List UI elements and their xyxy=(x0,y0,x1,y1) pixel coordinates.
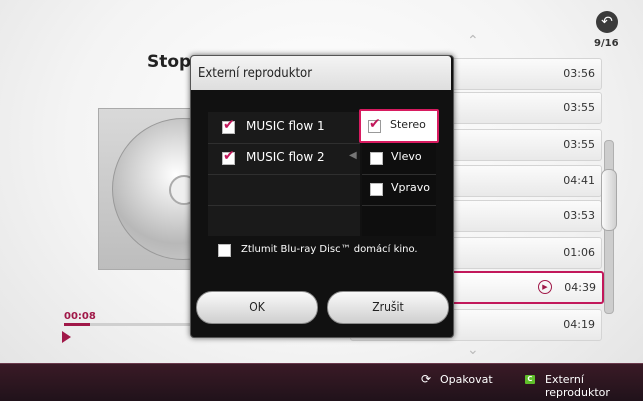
track-duration: 04:39 xyxy=(564,281,596,294)
channel-option-focused[interactable]: Stereo xyxy=(359,109,439,143)
track-duration: 04:19 xyxy=(563,318,595,331)
chevron-left-icon: ◀ xyxy=(349,150,357,161)
scroll-down-icon[interactable]: ⌄ xyxy=(467,342,479,358)
elapsed-time: 00:08 xyxy=(64,311,96,322)
track-duration: 03:56 xyxy=(563,67,595,80)
channel-label: Vpravo xyxy=(391,181,431,194)
repeat-icon: ⟳ xyxy=(421,372,432,386)
scroll-up-icon[interactable]: ⌃ xyxy=(467,33,479,49)
device-label: MUSIC flow 2 xyxy=(246,150,325,164)
external-speaker-label[interactable]: Externí reproduktor xyxy=(545,373,643,399)
device-option[interactable]: MUSIC flow 1 xyxy=(208,112,360,144)
track-duration: 03:53 xyxy=(563,209,595,222)
cancel-button[interactable]: Zrušit xyxy=(327,291,449,324)
channel-checkbox[interactable] xyxy=(370,183,383,196)
repeat-label[interactable]: Opakovat xyxy=(440,373,493,386)
scrollbar-thumb[interactable] xyxy=(601,169,617,231)
back-icon[interactable]: ↶ xyxy=(596,11,618,33)
green-key-icon: C xyxy=(525,375,535,384)
track-duration: 03:55 xyxy=(563,101,595,114)
mute-label: Ztlumit Blu-ray Disc™ domácí kino. xyxy=(241,244,418,255)
channel-label: Stereo xyxy=(390,118,426,131)
mute-checkbox[interactable] xyxy=(218,244,231,257)
track-duration: 01:06 xyxy=(563,246,595,259)
track-duration: 04:41 xyxy=(563,174,595,187)
device-option[interactable]: MUSIC flow 2 xyxy=(208,143,360,175)
channel-checkbox[interactable] xyxy=(368,116,381,133)
device-label: MUSIC flow 1 xyxy=(246,119,325,133)
channel-option[interactable]: Vpravo xyxy=(362,174,436,206)
channel-label: Vlevo xyxy=(391,150,422,163)
device-list: MUSIC flow 1 MUSIC flow 2 xyxy=(208,112,360,236)
track-duration: 03:55 xyxy=(563,138,595,151)
device-checkbox[interactable] xyxy=(222,117,235,134)
page-counter: 9/16 xyxy=(594,38,619,49)
device-option-empty xyxy=(208,174,360,206)
device-checkbox[interactable] xyxy=(222,148,235,165)
ok-button[interactable]: OK xyxy=(196,291,318,324)
channel-checkbox[interactable] xyxy=(370,152,383,165)
channel-option[interactable]: Vlevo xyxy=(362,143,436,175)
play-icon: ▶ xyxy=(538,280,552,294)
device-option-empty xyxy=(208,205,360,236)
dialog-title: Externí reproduktor xyxy=(198,66,313,81)
play-state-icon xyxy=(62,331,71,343)
progress-fill xyxy=(64,323,90,326)
